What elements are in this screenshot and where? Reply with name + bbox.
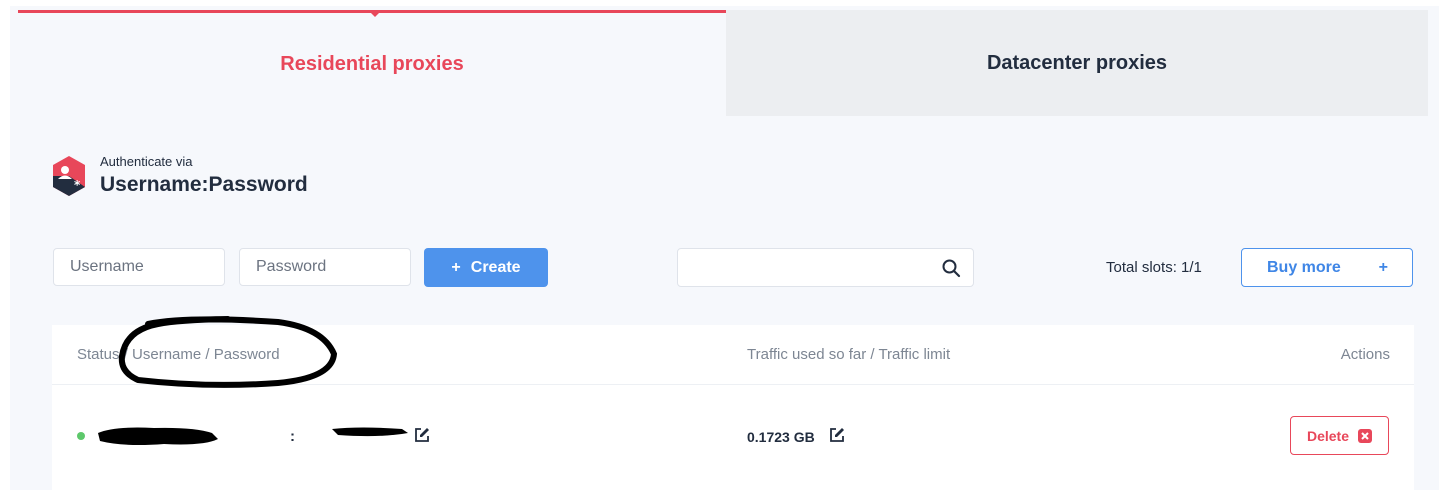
edit-credentials-icon[interactable] [414, 427, 430, 443]
auth-via-label: Authenticate via [100, 154, 193, 169]
tab-datacenter-label: Datacenter proxies [986, 51, 1168, 74]
delete-button[interactable]: Delete [1290, 416, 1389, 455]
auth-text-block: Authenticate via Username:Password [100, 154, 308, 197]
total-slots-text: Total slots: 1/1 [1106, 259, 1202, 276]
create-button-label: Create [470, 258, 521, 276]
table-row: : 0.1723 GB Delete [52, 385, 1414, 485]
search-box [677, 248, 974, 287]
search-input[interactable] [678, 249, 952, 286]
search-icon[interactable] [941, 258, 961, 278]
plus-icon: + [1378, 258, 1388, 276]
tab-datacenter-proxies[interactable]: Datacenter proxies [726, 10, 1428, 116]
user-key-hexagon-icon: * [53, 155, 85, 196]
traffic-used-value: 0.1723 GB [747, 429, 815, 445]
username-input[interactable] [53, 248, 225, 286]
username-password-separator: : [290, 428, 295, 445]
tab-residential-proxies[interactable]: Residential proxies [18, 10, 726, 116]
status-active-dot [77, 432, 85, 440]
auth-method-header: * Authenticate via Username:Password [52, 154, 308, 197]
buy-more-label: Buy more [1267, 258, 1341, 276]
redacted-username [98, 427, 218, 445]
create-button[interactable]: + Create [424, 248, 548, 287]
delete-button-label: Delete [1306, 427, 1350, 444]
tab-residential-label: Residential proxies [280, 53, 464, 75]
redacted-password [332, 427, 408, 437]
annotation-scribble [118, 316, 338, 388]
svg-text:*: * [74, 178, 81, 192]
active-tab-caret-icon [368, 10, 382, 17]
column-header-actions: Actions [1340, 346, 1390, 363]
column-header-traffic: Traffic used so far / Traffic limit [747, 346, 951, 363]
auth-method-title: Username:Password [100, 173, 308, 196]
buy-more-button[interactable]: Buy more + [1241, 248, 1413, 287]
password-input[interactable] [239, 248, 411, 286]
proxy-type-tabs: Residential proxies Datacenter proxies [18, 10, 1428, 116]
plus-icon: + [451, 258, 461, 276]
edit-traffic-limit-icon[interactable] [829, 427, 845, 443]
close-icon [1358, 428, 1373, 443]
